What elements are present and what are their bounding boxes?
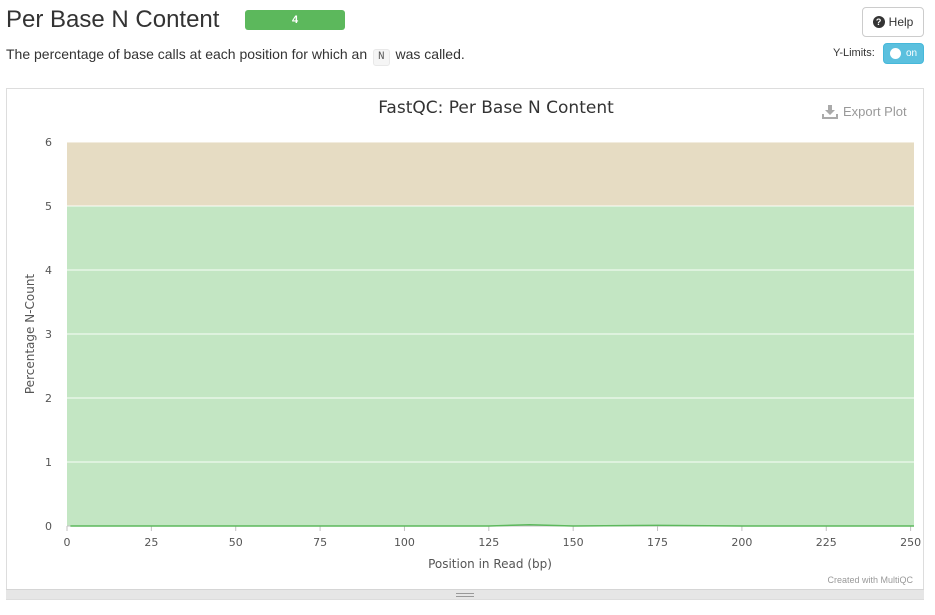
export-plot-label: Export Plot bbox=[843, 104, 907, 119]
y-tick-label: 0 bbox=[45, 520, 52, 533]
x-tick-label: 150 bbox=[563, 536, 584, 549]
toggle-knob bbox=[890, 48, 901, 59]
section-description: The percentage of base calls at each pos… bbox=[6, 45, 465, 66]
resize-grip-icon bbox=[456, 593, 474, 597]
description-code: N bbox=[373, 49, 390, 66]
y-tick-label: 6 bbox=[45, 136, 52, 149]
y-axis-label: Percentage N-Count bbox=[23, 274, 37, 395]
question-circle-icon: ? bbox=[872, 16, 885, 28]
description-before: The percentage of base calls at each pos… bbox=[6, 46, 368, 62]
plot-container: FastQC: Per Base N Content 0 1 2 3 4 5 6 0 25 50… bbox=[6, 88, 924, 600]
toggle-label: on bbox=[906, 48, 918, 59]
x-tick-label: 50 bbox=[229, 536, 243, 549]
x-axis-label: Position in Read (bp) bbox=[428, 557, 552, 571]
download-icon bbox=[822, 104, 838, 119]
y-tick-label: 1 bbox=[45, 456, 52, 469]
x-tick-label: 75 bbox=[313, 536, 327, 549]
x-tick-label: 100 bbox=[394, 536, 415, 549]
ylimits-toggle[interactable]: on bbox=[883, 43, 924, 64]
y-tick-label: 3 bbox=[45, 328, 52, 341]
y-tick-label: 2 bbox=[45, 392, 52, 405]
ylimits-label: Y-Limits: bbox=[833, 47, 875, 59]
x-tick-label: 25 bbox=[144, 536, 158, 549]
chart-title: FastQC: Per Base N Content bbox=[378, 98, 614, 118]
description-after: was called. bbox=[395, 46, 465, 62]
plot-resize-handle[interactable] bbox=[6, 589, 924, 599]
threshold-band-1 bbox=[67, 142, 914, 206]
status-value: 4 bbox=[291, 14, 299, 26]
x-tick-label: 250 bbox=[900, 536, 921, 549]
status-bar: 4 bbox=[245, 10, 345, 30]
x-tick-label: 175 bbox=[647, 536, 668, 549]
created-with-credit: Created with MultiQC bbox=[827, 575, 913, 585]
threshold-band-0 bbox=[67, 206, 914, 526]
chart[interactable]: FastQC: Per Base N Content 0 1 2 3 4 5 6 0 25 50… bbox=[7, 89, 925, 589]
y-tick-label: 5 bbox=[45, 200, 52, 213]
section-title: Per Base N Content bbox=[6, 6, 220, 33]
x-tick-label: 200 bbox=[731, 536, 752, 549]
help-button-label: Help bbox=[888, 15, 914, 29]
y-tick-label: 4 bbox=[45, 264, 52, 277]
export-plot-button[interactable]: Export Plot bbox=[822, 104, 907, 119]
x-tick-label: 0 bbox=[64, 536, 71, 549]
x-tick-label: 225 bbox=[816, 536, 837, 549]
help-button[interactable]: ? Help bbox=[862, 7, 924, 37]
x-tick-label: 125 bbox=[478, 536, 499, 549]
